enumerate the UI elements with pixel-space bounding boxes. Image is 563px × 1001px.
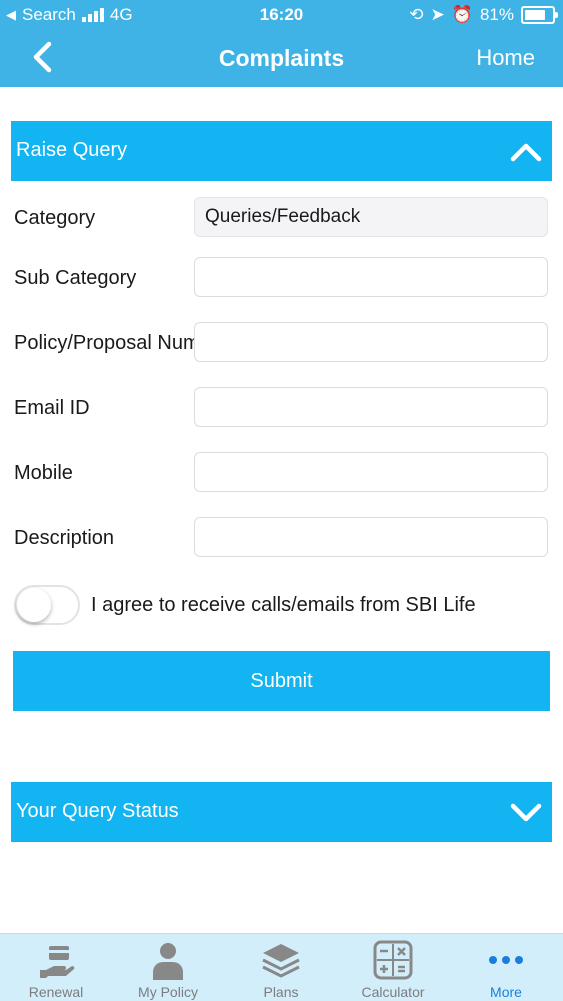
mobile-row: Mobile — [0, 452, 563, 494]
renewal-icon — [40, 946, 75, 978]
battery-icon — [521, 6, 558, 24]
tab-calculator-label: Calculator — [361, 984, 425, 1000]
tab-more[interactable]: More — [450, 934, 562, 1001]
nav-bar: Complaints Home — [0, 30, 563, 87]
sub-category-row: Sub Category — [0, 257, 563, 299]
status-bar: ◀ Search 4G 16:20 ⟲ ➤ ⏰ 81% — [0, 0, 563, 30]
description-row: Description — [0, 517, 563, 559]
category-select[interactable]: Queries/Feedback — [194, 197, 548, 237]
consent-label: I agree to receive calls/emails from SBI… — [91, 594, 476, 616]
raise-query-title: Raise Query — [16, 139, 128, 161]
query-status-title: Your Query Status — [16, 800, 179, 822]
sub-category-label: Sub Category — [14, 267, 137, 289]
mobile-label: Mobile — [14, 462, 73, 484]
submit-button[interactable]: Submit — [13, 651, 550, 711]
tab-renewal[interactable]: Renewal — [0, 934, 112, 1001]
home-button[interactable]: Home — [476, 45, 535, 71]
policy-number-label: Policy/Proposal Number — [14, 332, 196, 354]
tab-calculator[interactable]: Calculator — [337, 934, 449, 1001]
toggle-knob — [17, 588, 51, 622]
chevron-up-icon — [510, 143, 542, 162]
category-row: Category Queries/Feedback — [0, 197, 563, 239]
category-label: Category — [14, 207, 96, 229]
policy-number-row: Policy/Proposal Number — [0, 322, 563, 364]
query-status-header[interactable]: Your Query Status — [11, 782, 552, 842]
sub-category-field[interactable] — [194, 257, 548, 297]
battery-percent: 81% — [479, 5, 514, 24]
person-icon — [153, 943, 183, 980]
bottom-tab-bar: Renewal My Policy Plans Calculator More — [0, 933, 563, 1001]
consent-toggle[interactable] — [14, 585, 80, 625]
policy-number-field[interactable] — [194, 322, 548, 362]
mobile-field[interactable] — [194, 452, 548, 492]
tab-renewal-label: Renewal — [28, 984, 84, 1000]
tab-plans[interactable]: Plans — [225, 934, 337, 1001]
location-icon: ➤ — [430, 5, 445, 24]
consent-row: I agree to receive calls/emails from SBI… — [14, 583, 554, 627]
raise-query-header[interactable]: Raise Query — [11, 121, 552, 181]
email-field[interactable] — [194, 387, 548, 427]
calculator-icon — [373, 940, 413, 980]
chevron-down-icon — [510, 803, 542, 822]
tab-my-policy[interactable]: My Policy — [112, 934, 224, 1001]
more-dots-icon — [489, 956, 523, 964]
app-header: ◀ Search 4G 16:20 ⟲ ➤ ⏰ 81% Complaints H… — [0, 0, 563, 87]
tab-more-label: More — [490, 984, 522, 1000]
description-field[interactable] — [194, 517, 548, 557]
email-row: Email ID — [0, 387, 563, 429]
tab-my-policy-label: My Policy — [138, 984, 198, 1000]
layers-icon — [262, 944, 300, 978]
email-label: Email ID — [14, 397, 90, 419]
description-label: Description — [14, 527, 115, 549]
tab-plans-label: Plans — [263, 984, 299, 1000]
rotation-lock-icon: ⟲ — [409, 5, 424, 24]
alarm-icon: ⏰ — [451, 5, 473, 24]
